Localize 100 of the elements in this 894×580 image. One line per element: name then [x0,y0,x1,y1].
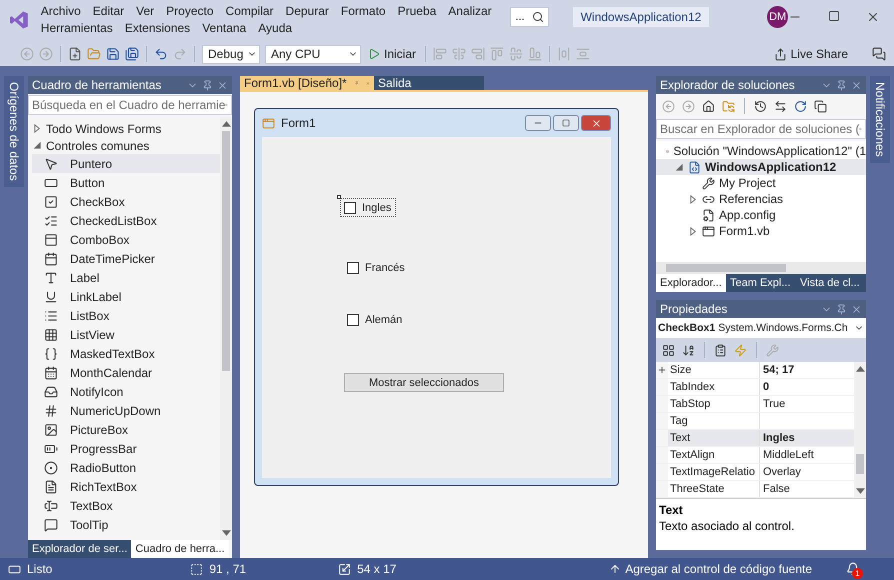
close-icon[interactable] [851,80,862,90]
menu-item[interactable]: Prueba [392,4,442,18]
toolbox-item[interactable]: ListBox [32,306,220,325]
scrollbar[interactable] [854,362,866,498]
scroll-up-icon[interactable] [222,120,230,129]
folder-icon[interactable] [87,47,101,61]
tree-item[interactable]: Solución "WindowsApplication12" (1 [656,143,866,159]
document-tab[interactable]: Form1.vb [Diseño]* [240,76,374,90]
scroll-thumb[interactable] [222,131,230,371]
menu-item[interactable]: Depurar [280,4,335,18]
menu-item[interactable]: Ver [130,4,160,18]
collapse-icon[interactable] [814,100,827,112]
toolbox-item[interactable]: CheckedListBox [32,211,220,230]
expand-icon[interactable] [657,365,667,375]
menu-item[interactable]: Compilar [220,4,280,18]
refresh-icon[interactable] [794,100,807,112]
close-icon[interactable] [217,80,228,90]
property-row[interactable]: ThreeState False [656,481,854,498]
close-icon[interactable] [866,10,880,24]
toolbox-item[interactable]: MonthCalendar [32,363,220,382]
toolbox-item[interactable]: MaskedTextBox [32,344,220,363]
undo-icon[interactable] [154,47,168,61]
toolbox-item[interactable]: Label [32,268,220,287]
panel-tab[interactable]: Vista de cl... [796,274,866,292]
notification-bell[interactable]: 1 [846,562,860,576]
live-share-button[interactable]: Live Share [772,47,850,61]
property-row[interactable]: Tag [656,413,854,430]
property-row[interactable]: TabIndex 0 [656,379,854,396]
menu-item[interactable]: Herramientas [34,21,119,35]
toolbox-item[interactable]: PictureBox [32,420,220,439]
checkbox[interactable]: Francés [343,258,410,277]
document-tab[interactable]: Salida [374,76,484,90]
collapsed-arrow-icon[interactable] [688,194,698,204]
avatar[interactable]: DM [767,6,788,28]
forward-icon[interactable] [682,100,695,112]
collapsed-arrow-icon[interactable] [32,124,42,133]
toolbox-item[interactable]: CheckBox [32,192,220,211]
tree-item[interactable]: App.config [656,207,866,223]
platform-dropdown[interactable]: Any CPU [265,44,361,64]
menu-item[interactable]: Archivo [34,4,87,18]
object-selector[interactable]: CheckBox1 System.Windows.Forms.Ch [656,318,866,338]
feedback-icon[interactable] [872,47,886,61]
menu-item[interactable]: Analizar [442,4,498,18]
menu-item[interactable]: Ayuda [252,21,298,35]
save-all-icon[interactable] [125,47,139,61]
property-row[interactable]: TextAlign MiddleLeft [656,447,854,464]
menu-item[interactable]: Proyecto [160,4,220,18]
toolbox-item[interactable]: NumericUpDown [32,401,220,420]
expanded-arrow-icon[interactable] [674,162,684,172]
toolbox-item[interactable]: Puntero [32,154,220,173]
panel-tab[interactable]: Explorador de ser... [28,540,132,558]
menu-item[interactable]: Ventana [196,21,252,35]
toolbox-item[interactable]: Button [32,173,220,192]
checkbox[interactable]: Ingles [340,198,396,217]
minimize-button[interactable] [525,115,551,131]
collapsed-arrow-icon[interactable] [688,226,698,236]
pin-icon[interactable] [202,80,213,90]
close-icon[interactable] [851,304,862,314]
tree-item[interactable]: My Project [656,175,866,191]
start-button[interactable]: Iniciar [366,47,418,61]
panel-tab[interactable]: Cuadro de herra... [131,540,229,558]
tree-item[interactable]: WindowsApplication12 [656,159,866,175]
panel-tab[interactable]: Team Expl... [726,274,796,292]
panel-tab[interactable]: Explorador... [656,274,726,292]
sort-icon[interactable] [682,344,695,356]
expanded-arrow-icon[interactable] [32,141,42,150]
properties-icon[interactable] [714,344,727,356]
scroll-thumb[interactable] [856,454,864,474]
toolbox-item[interactable]: RichTextBox [32,477,220,496]
toolbox-item[interactable]: ToolTip [32,515,220,534]
toolbox-item[interactable]: LinkLabel [32,287,220,306]
scrollbar[interactable] [656,262,866,274]
property-row[interactable]: Text Ingles [656,430,854,447]
scroll-down-icon[interactable] [222,528,230,537]
resize-handle[interactable] [337,195,341,199]
search-field[interactable]: Buscar en Explorador de soluciones ( [656,119,866,139]
maximize-button[interactable] [553,115,579,131]
pin-icon[interactable] [836,80,847,90]
save-icon[interactable] [106,47,120,61]
toolbox-item[interactable]: DateTimePicker [32,249,220,268]
property-row[interactable]: Size 54; 17 [656,362,854,379]
menu-item[interactable]: Extensiones [118,21,196,35]
search-field[interactable]: Búsqueda en el Cuadro de herramie [28,95,232,115]
menu-item[interactable]: Formato [334,4,392,18]
scroll-up-icon[interactable] [856,365,864,374]
sync-icon[interactable] [774,100,787,112]
scroll-down-icon[interactable] [856,486,864,495]
toolbox-item[interactable]: RadioButton [32,458,220,477]
new-file-icon[interactable] [68,47,82,61]
folder-sync-icon[interactable] [722,100,735,112]
configuration-dropdown[interactable]: Debug [202,44,260,64]
toolbox-item[interactable]: NotifyIcon [32,382,220,401]
toolbox-group[interactable]: Todo Windows Forms [32,120,220,137]
toolbox-item[interactable]: ListView [32,325,220,344]
source-control-button[interactable]: Agregar al control de código fuente [607,562,814,576]
tree-item[interactable]: Form1.vb [656,223,866,239]
toolbox-item[interactable]: TextBox [32,496,220,515]
pin-icon[interactable] [836,304,847,314]
checkbox[interactable]: Alemán [343,310,408,329]
history-icon[interactable] [754,100,767,112]
